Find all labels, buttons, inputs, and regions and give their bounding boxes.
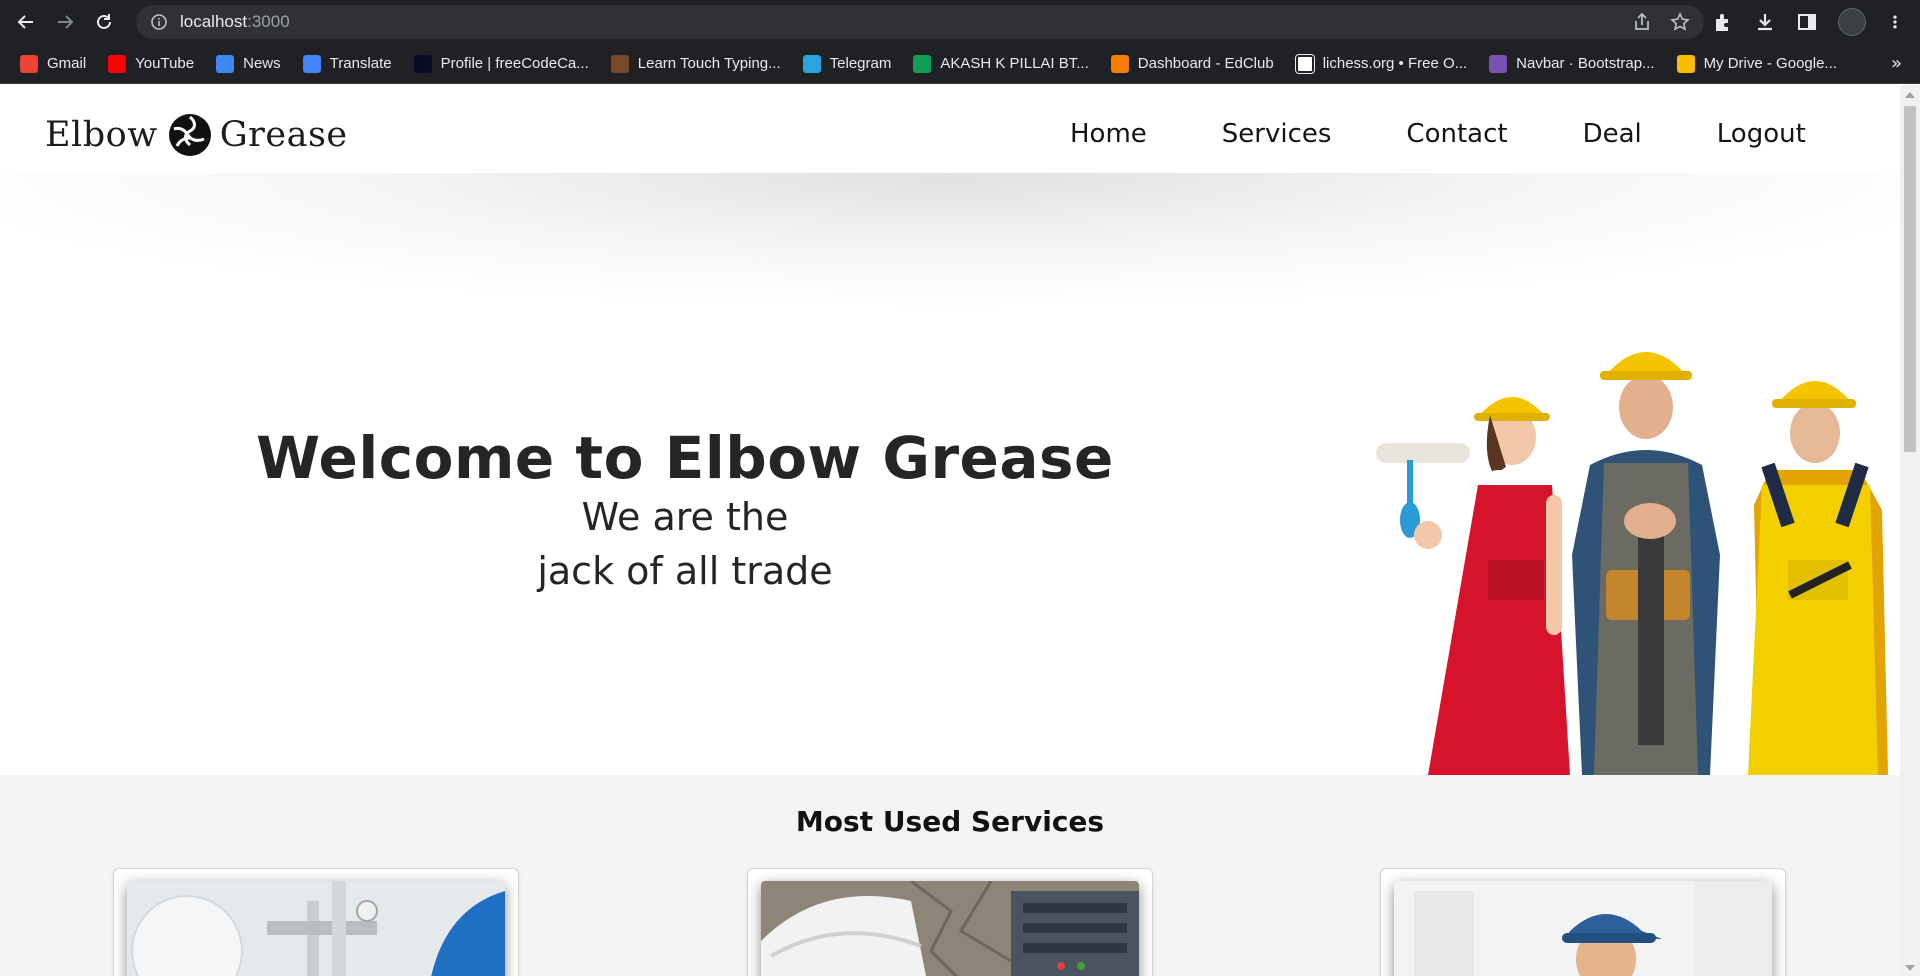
services-title: Most Used Services [795, 805, 1105, 838]
bookmark-item[interactable]: Dashboard - EdClub [1110, 54, 1274, 73]
forward-button[interactable] [51, 8, 79, 36]
worker-middle-man [1572, 352, 1720, 775]
service-card-image [127, 881, 505, 976]
scroll-thumb[interactable] [1904, 106, 1916, 452]
menu-kebab-icon[interactable] [1886, 11, 1904, 33]
profile-avatar[interactable] [1838, 8, 1866, 36]
share-icon[interactable] [1632, 12, 1652, 32]
bookmark-item[interactable]: Profile | freeCodeCa... [413, 54, 589, 73]
bookmark-label: lichess.org • Free O... [1322, 55, 1468, 72]
url-host: localhost [180, 12, 248, 31]
bookmark-item[interactable]: AKASH K PILLAI BT... [913, 54, 1089, 73]
service-card[interactable] [747, 868, 1153, 976]
bookmark-item[interactable]: Navbar · Bootstrap... [1489, 54, 1655, 73]
logo-text-left: Elbow [45, 115, 158, 155]
telegram-icon [802, 54, 821, 73]
bookmark-label: My Drive - Google... [1703, 55, 1837, 72]
hero-text: Welcome to Elbow Grease We are the jack … [230, 425, 1140, 599]
drive-icon [1676, 54, 1695, 73]
hero-title: Welcome to Elbow Grease [256, 424, 1114, 492]
url-text[interactable]: localhost:3000 [180, 12, 290, 32]
nav-services[interactable]: Services [1222, 119, 1332, 149]
service-card-image [761, 881, 1139, 976]
page-scrollbar[interactable] [1900, 85, 1920, 976]
logo-text-right: Grease [219, 115, 348, 155]
bookmark-item[interactable]: News [216, 54, 281, 73]
service-card[interactable] [113, 868, 519, 976]
bookmarks-overflow-button[interactable]: » [1891, 53, 1902, 74]
service-card-image [1394, 881, 1772, 976]
news-icon [216, 54, 235, 73]
electrician-image [761, 881, 1139, 976]
extensions-icon[interactable] [1712, 11, 1734, 33]
address-bar[interactable]: localhost:3000 [136, 5, 1704, 39]
arrow-right-icon [58, 15, 74, 29]
edclub-icon [1110, 54, 1129, 73]
arrow-left-icon [17, 15, 33, 29]
bookmark-label: News [243, 55, 281, 72]
hero-subtitle-line2: jack of all trade [537, 549, 833, 593]
reload-icon [97, 14, 111, 29]
download-icon[interactable] [1754, 11, 1776, 33]
bookmark-item[interactable]: lichess.org • Free O... [1295, 54, 1468, 73]
worker-older-man [1748, 381, 1888, 775]
back-button[interactable] [12, 8, 40, 36]
workers-illustration [1376, 352, 1888, 775]
worker-woman [1376, 397, 1570, 775]
bookmark-label: Gmail [47, 55, 87, 72]
bookmark-label: Dashboard - EdClub [1137, 55, 1274, 72]
translate-icon [302, 54, 321, 73]
typing-icon [610, 54, 629, 73]
nav-logout[interactable]: Logout [1717, 119, 1806, 149]
logo-swirl-icon [168, 114, 211, 156]
main-nav: Home Services Contact Deal Logout [1070, 119, 1806, 149]
url-port: :3000 [247, 12, 290, 31]
bookmark-label: Telegram [829, 55, 892, 72]
info-icon[interactable] [150, 13, 168, 31]
freecodecamp-icon [413, 54, 432, 73]
services-section: Most Used Services [0, 775, 1900, 976]
site-logo[interactable]: Elbow Grease [45, 113, 348, 157]
sheets-icon [913, 54, 932, 73]
star-icon[interactable] [1670, 12, 1690, 32]
browser-toolbar: localhost:3000 [0, 0, 1920, 44]
bookmark-label: AKASH K PILLAI BT... [940, 55, 1089, 72]
bookmark-item[interactable]: Gmail [20, 54, 87, 73]
side-panel-icon[interactable] [1796, 11, 1818, 33]
gmail-icon [20, 54, 38, 73]
web-page: Elbow Grease Home Services Contact Deal … [0, 85, 1900, 976]
bookmark-label: Profile | freeCodeCa... [440, 55, 589, 72]
hero-subtitle-line1: We are the [581, 495, 789, 539]
lichess-icon [1295, 54, 1314, 73]
nav-deal[interactable]: Deal [1583, 119, 1642, 149]
bookmark-item[interactable]: My Drive - Google... [1676, 54, 1837, 73]
bookmarks-bar: Gmail YouTube News Translate Profile | freeC… [0, 44, 1920, 84]
bookmark-label: YouTube [135, 55, 195, 72]
bookmark-item[interactable]: Learn Touch Typing... [610, 54, 781, 73]
bootstrap-icon [1489, 54, 1508, 73]
bookmark-item[interactable]: YouTube [108, 54, 195, 73]
bookmark-label: Translate [329, 55, 392, 72]
nav-contact[interactable]: Contact [1406, 119, 1507, 149]
nav-home[interactable]: Home [1070, 119, 1147, 149]
bookmark-item[interactable]: Telegram [802, 54, 892, 73]
bookmark-label: Learn Touch Typing... [637, 55, 781, 72]
youtube-icon [108, 54, 127, 73]
reload-button[interactable] [90, 8, 118, 36]
scroll-down-arrow-icon[interactable] [1905, 965, 1915, 971]
bookmark-item[interactable]: Translate [302, 54, 392, 73]
service-card[interactable] [1380, 868, 1786, 976]
scroll-up-arrow-icon[interactable] [1905, 92, 1915, 98]
site-header: Elbow Grease Home Services Contact Deal … [0, 85, 1900, 173]
handyman-image [1394, 881, 1772, 976]
bookmark-label: Navbar · Bootstrap... [1516, 55, 1655, 72]
plumbing-image [127, 881, 505, 976]
